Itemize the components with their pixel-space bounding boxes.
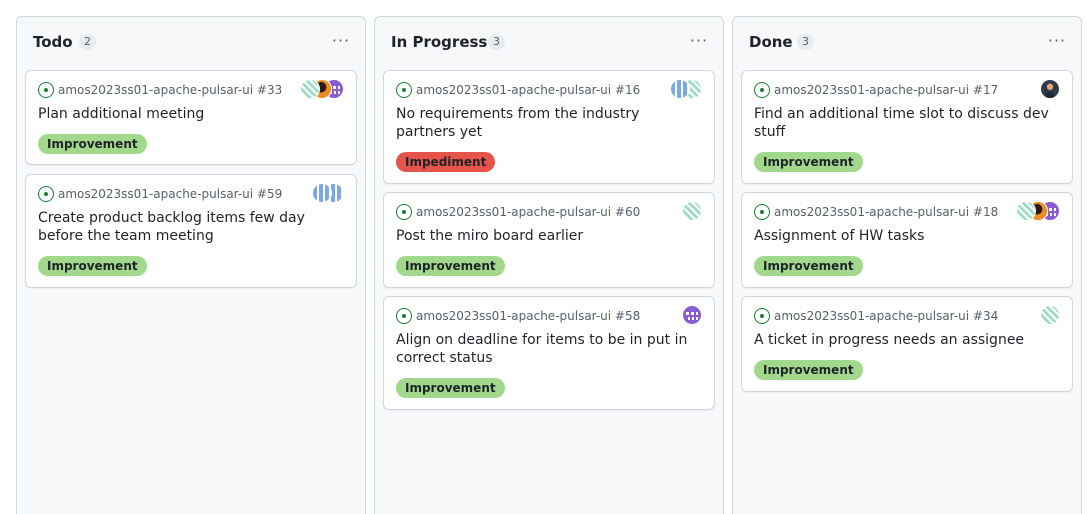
issue-reference: amos2023ss01-apache-pulsar-ui #33 (38, 81, 282, 99)
board-column-todo: Todo 2 ··· amos2023ss01-apache-pulsar-ui… (16, 16, 366, 514)
issue-repo-number[interactable]: amos2023ss01-apache-pulsar-ui #60 (416, 205, 640, 219)
avatar[interactable] (300, 79, 320, 99)
column-header: In Progress 3 ··· (375, 17, 723, 67)
column-header: Todo 2 ··· (17, 17, 365, 67)
issue-card[interactable]: amos2023ss01-apache-pulsar-ui #58 Align … (383, 296, 715, 410)
label-badge[interactable]: Improvement (396, 256, 505, 276)
issue-card[interactable]: amos2023ss01-apache-pulsar-ui #33 Plan a… (25, 70, 357, 165)
avatar[interactable] (670, 79, 690, 99)
issue-title[interactable]: A ticket in progress needs an assignee (754, 331, 1060, 349)
issue-repo-number[interactable]: amos2023ss01-apache-pulsar-ui #18 (774, 205, 998, 219)
avatar[interactable] (682, 201, 702, 221)
issue-title[interactable]: Post the miro board earlier (396, 227, 702, 245)
open-issue-icon (38, 82, 54, 98)
assignee-avatars[interactable] (670, 79, 702, 99)
issue-card[interactable]: amos2023ss01-apache-pulsar-ui #17 Find a… (741, 70, 1073, 184)
issue-repo-number[interactable]: amos2023ss01-apache-pulsar-ui #33 (58, 83, 282, 97)
issue-reference: amos2023ss01-apache-pulsar-ui #17 (754, 81, 998, 99)
issue-card[interactable]: amos2023ss01-apache-pulsar-ui #18 Assign… (741, 192, 1073, 288)
issue-reference: amos2023ss01-apache-pulsar-ui #34 (754, 307, 998, 325)
label-badge[interactable]: Improvement (38, 134, 147, 154)
label-badge[interactable]: Improvement (38, 256, 147, 276)
issue-card[interactable]: amos2023ss01-apache-pulsar-ui #60 Post t… (383, 192, 715, 288)
label-badge[interactable]: Impediment (396, 152, 496, 172)
open-issue-icon (754, 308, 770, 324)
avatar[interactable] (1016, 201, 1036, 221)
open-issue-icon (754, 82, 770, 98)
issue-repo-number[interactable]: amos2023ss01-apache-pulsar-ui #58 (416, 309, 640, 323)
label-badge[interactable]: Improvement (754, 360, 863, 380)
open-issue-icon (754, 204, 770, 220)
assignee-avatars[interactable] (1016, 201, 1060, 221)
column-title: Todo (33, 33, 73, 51)
assignee-avatars[interactable] (300, 79, 344, 99)
open-issue-icon (396, 82, 412, 98)
issue-card[interactable]: amos2023ss01-apache-pulsar-ui #34 A tick… (741, 296, 1073, 392)
column-count-badge: 3 (797, 34, 814, 50)
assignee-avatars[interactable] (312, 183, 344, 203)
column-menu-button[interactable]: ··· (685, 28, 713, 52)
issue-title[interactable]: Plan additional meeting (38, 105, 344, 123)
open-issue-icon (38, 186, 54, 202)
column-title: In Progress (391, 33, 488, 51)
avatar[interactable] (1040, 79, 1060, 99)
column-menu-button[interactable]: ··· (1043, 28, 1071, 52)
issue-reference: amos2023ss01-apache-pulsar-ui #60 (396, 203, 640, 221)
issue-title[interactable]: Find an additional time slot to discuss … (754, 105, 1060, 141)
open-issue-icon (396, 204, 412, 220)
issue-repo-number[interactable]: amos2023ss01-apache-pulsar-ui #16 (416, 83, 640, 97)
column-count-badge: 3 (488, 34, 505, 50)
issue-card[interactable]: amos2023ss01-apache-pulsar-ui #16 No req… (383, 70, 715, 184)
board-column-in-progress: In Progress 3 ··· amos2023ss01-apache-pu… (374, 16, 724, 514)
board-column-done: Done 3 ··· amos2023ss01-apache-pulsar-ui… (732, 16, 1082, 514)
issue-reference: amos2023ss01-apache-pulsar-ui #58 (396, 307, 640, 325)
avatar[interactable] (1040, 305, 1060, 325)
issue-repo-number[interactable]: amos2023ss01-apache-pulsar-ui #17 (774, 83, 998, 97)
avatar[interactable] (682, 305, 702, 325)
assignee-avatars[interactable] (1040, 79, 1060, 99)
issue-card[interactable]: amos2023ss01-apache-pulsar-ui #59 Create… (25, 174, 357, 288)
issue-reference: amos2023ss01-apache-pulsar-ui #18 (754, 203, 998, 221)
column-header: Done 3 ··· (733, 17, 1081, 67)
issue-title[interactable]: No requirements from the industry partne… (396, 105, 702, 141)
assignee-avatars[interactable] (682, 201, 702, 221)
column-count-badge: 2 (79, 34, 96, 50)
label-badge[interactable]: Improvement (754, 256, 863, 276)
column-menu-button[interactable]: ··· (327, 28, 355, 52)
issue-repo-number[interactable]: amos2023ss01-apache-pulsar-ui #59 (58, 187, 282, 201)
assignee-avatars[interactable] (1040, 305, 1060, 325)
issue-reference: amos2023ss01-apache-pulsar-ui #16 (396, 81, 640, 99)
open-issue-icon (396, 308, 412, 324)
label-badge[interactable]: Improvement (754, 152, 863, 172)
issue-title[interactable]: Align on deadline for items to be in put… (396, 331, 702, 367)
column-title: Done (749, 33, 793, 51)
assignee-avatars[interactable] (682, 305, 702, 325)
issue-reference: amos2023ss01-apache-pulsar-ui #59 (38, 185, 282, 203)
issue-title[interactable]: Assignment of HW tasks (754, 227, 1060, 245)
avatar[interactable] (312, 183, 332, 203)
issue-repo-number[interactable]: amos2023ss01-apache-pulsar-ui #34 (774, 309, 998, 323)
issue-title[interactable]: Create product backlog items few day bef… (38, 209, 344, 245)
label-badge[interactable]: Improvement (396, 378, 505, 398)
